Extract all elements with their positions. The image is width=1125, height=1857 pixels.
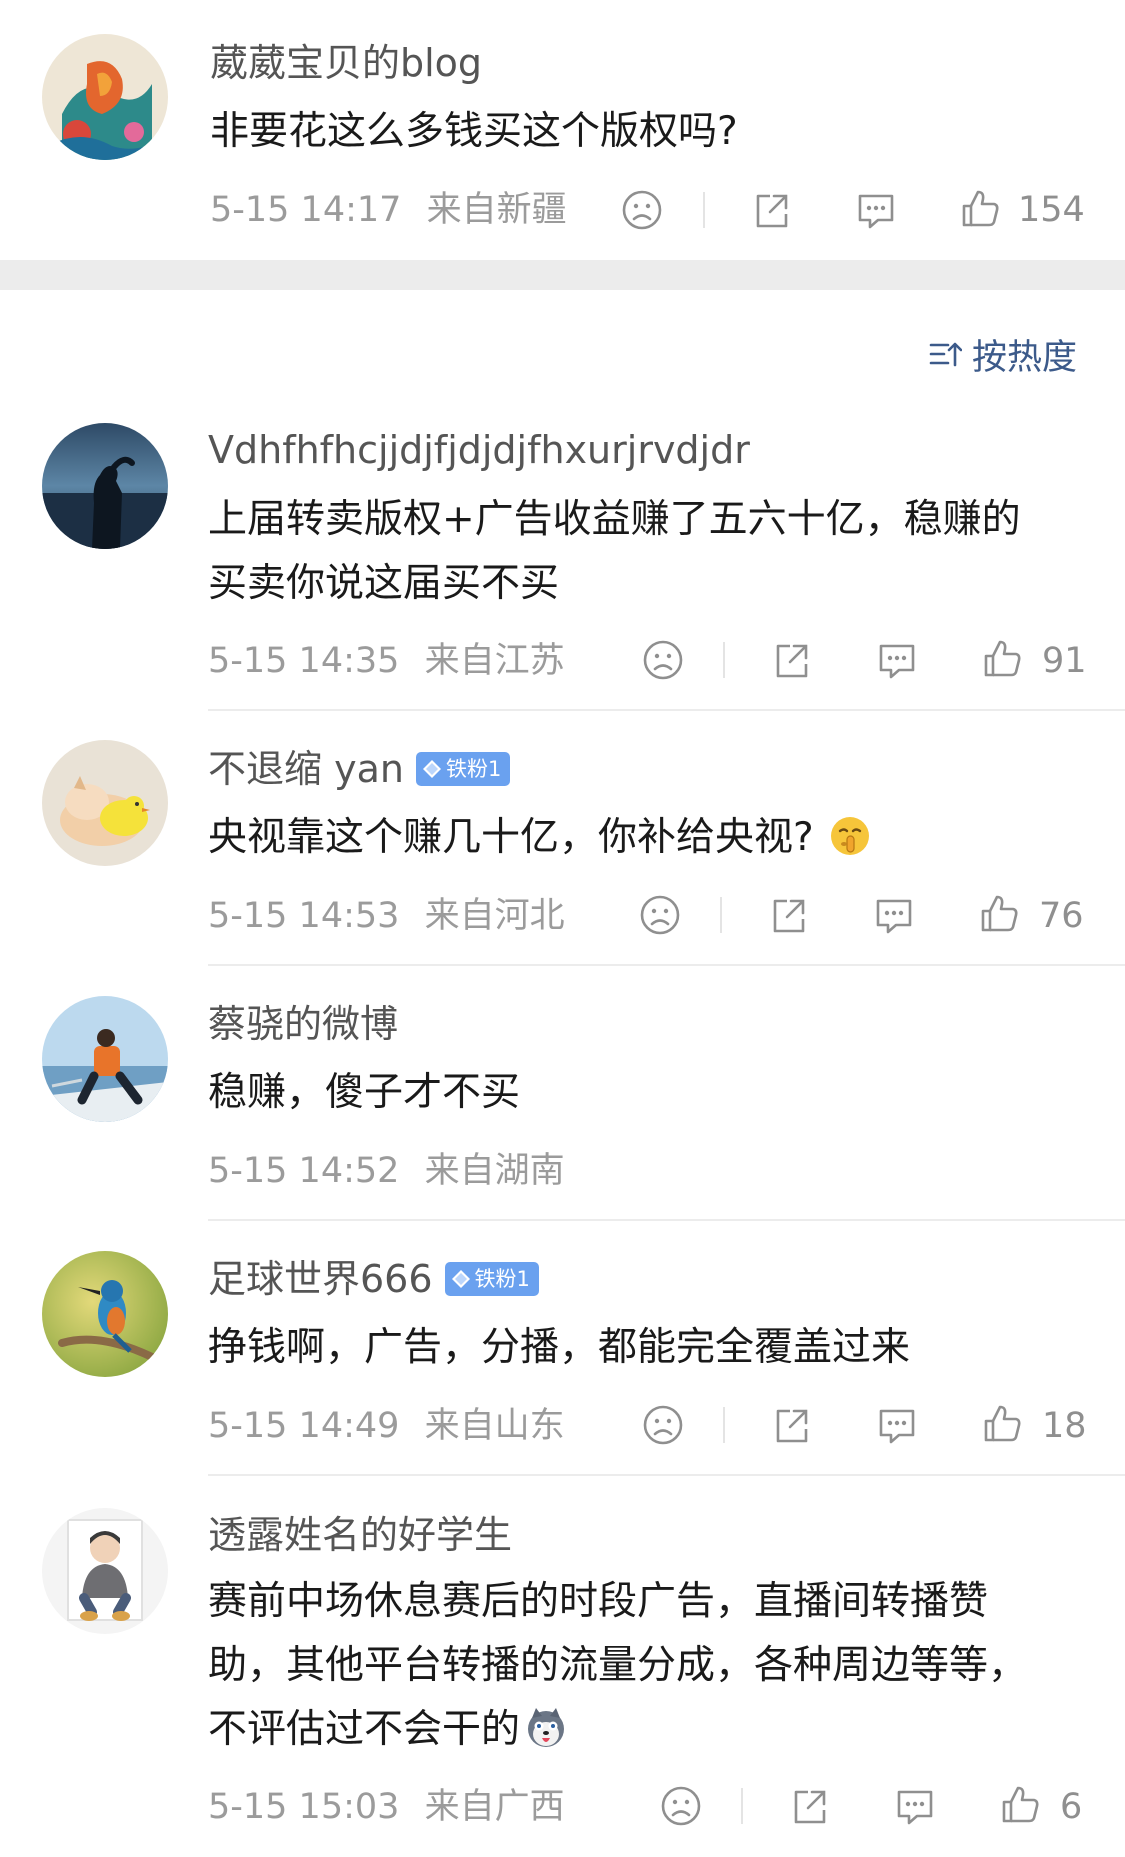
comment-location: 来自湖南	[424, 1151, 565, 1191]
like-count: 91	[1042, 641, 1087, 681]
avatar[interactable]	[42, 740, 168, 866]
shushing-face-icon	[830, 817, 869, 855]
comment-text-line: 赛前中场休息赛后的时段广告，直播间转播赞	[208, 1579, 989, 1624]
comment-icon[interactable]	[854, 188, 898, 232]
diamond-icon	[422, 760, 441, 778]
comment-location: 来自河北	[424, 896, 565, 936]
comment-icon[interactable]	[893, 1784, 937, 1828]
comment-time: 5-15 14:49	[208, 1406, 400, 1446]
comment-text: 挣钱啊，广告，分播，都能完全覆盖过来	[208, 1316, 1088, 1380]
husky-face-icon	[528, 1708, 565, 1747]
author-name[interactable]: 蔡骁的微博	[208, 999, 398, 1049]
divider	[208, 1219, 1125, 1221]
comment-text: 赛前中场休息赛后的时段广告，直播间转播赞 助，其他平台转播的流量分成，各种周边等…	[208, 1570, 1088, 1762]
divider	[703, 192, 705, 228]
comment-location: 来自广西	[424, 1787, 565, 1827]
comment-meta: 5-15 14:35 来自江苏	[208, 638, 565, 684]
fan-badge[interactable]: 铁粉1	[444, 1262, 539, 1296]
comment-text-line: 上届转卖版权+广告收益赚了五六十亿，稳赚的	[208, 497, 1021, 542]
diamond-icon	[451, 1270, 470, 1288]
comment-time: 5-15 14:17	[210, 190, 402, 230]
divider	[208, 709, 1125, 711]
like-count: 154	[1018, 190, 1085, 230]
avatar[interactable]	[42, 34, 168, 160]
comment-location: 来自山东	[424, 1406, 565, 1446]
fan-badge[interactable]: 铁粉1	[415, 752, 511, 786]
sad-face-icon[interactable]	[641, 638, 685, 682]
thumbs-up-icon[interactable]	[958, 186, 1002, 230]
comment-text-line: 买卖你说这届买不买	[208, 561, 560, 606]
divider	[741, 1788, 743, 1824]
comment-text: 央视靠这个赚几十亿，你补给央视?	[208, 806, 1088, 870]
comment-location: 来自新疆	[426, 190, 567, 230]
avatar[interactable]	[42, 1251, 168, 1377]
sad-face-icon[interactable]	[659, 1784, 703, 1828]
comment-text-line: 挣钱啊，广告，分播，都能完全覆盖过来	[208, 1325, 911, 1370]
comment-time: 5-15 15:03	[208, 1787, 400, 1827]
author-name[interactable]: 透露姓名的好学生	[208, 1510, 512, 1560]
comment-text-line: 稳赚，傻子才不买	[208, 1070, 521, 1115]
comment-meta: 5-15 14:53 来自河北	[208, 893, 565, 939]
divider	[208, 1474, 1125, 1476]
comment-text: 非要花这么多钱买这个版权吗?	[210, 109, 738, 154]
section-separator	[0, 260, 1125, 290]
like-count: 6	[1060, 1787, 1083, 1827]
thumbs-up-icon[interactable]	[980, 636, 1024, 680]
fan-badge-label: 铁粉1	[474, 1267, 530, 1291]
author-name-text: 足球世界666	[208, 1257, 433, 1301]
comment-icon[interactable]	[875, 1403, 919, 1447]
sort-toggle[interactable]: 按热度	[928, 330, 1077, 378]
comment-time: 5-15 14:35	[208, 641, 400, 681]
avatar[interactable]	[42, 996, 168, 1122]
like-count: 76	[1039, 896, 1084, 936]
avatar[interactable]	[42, 423, 168, 549]
sad-face-icon[interactable]	[638, 893, 682, 937]
comment-text-line: 不评估过不会干的	[208, 1707, 521, 1752]
divider	[723, 1407, 725, 1443]
comment-time: 5-15 14:53	[208, 896, 400, 936]
divider	[723, 642, 725, 678]
sort-label: 按热度	[972, 337, 1078, 378]
share-icon[interactable]	[770, 1403, 814, 1447]
comment-meta: 5-15 15:03 来自广西	[208, 1784, 565, 1830]
author-name[interactable]: Vdhfhfhcjjdjfjdjdjfhxurjrvdjdr	[208, 425, 750, 475]
comment-text-line: 央视靠这个赚几十亿，你补给央视?	[208, 815, 814, 860]
share-icon[interactable]	[767, 893, 811, 937]
divider	[720, 897, 722, 933]
share-icon[interactable]	[788, 1784, 832, 1828]
share-icon[interactable]	[750, 188, 794, 232]
thumbs-up-icon[interactable]	[980, 1401, 1024, 1445]
comment-text: 上届转卖版权+广告收益赚了五六十亿，稳赚的 买卖你说这届买不买	[208, 488, 1088, 616]
avatar[interactable]	[42, 1508, 168, 1634]
sad-face-icon[interactable]	[620, 188, 664, 232]
author-name[interactable]: 足球世界666 铁粉1	[208, 1254, 539, 1304]
comment-text: 稳赚，傻子才不买	[208, 1061, 1088, 1125]
thumbs-up-icon[interactable]	[977, 891, 1021, 935]
share-icon[interactable]	[770, 638, 814, 682]
comment-time: 5-15 14:52	[208, 1151, 400, 1191]
comment-location: 来自江苏	[424, 641, 565, 681]
author-name[interactable]: 不退缩 yan 铁粉1	[208, 744, 511, 794]
like-count: 18	[1042, 1406, 1087, 1446]
sort-icon	[929, 342, 962, 367]
thumbs-up-icon[interactable]	[998, 1782, 1042, 1826]
sad-face-icon[interactable]	[641, 1403, 685, 1447]
comment-text-line: 助，其他平台转播的流量分成，各种周边等等，	[208, 1643, 1028, 1688]
divider	[208, 964, 1125, 966]
author-name-text: 不退缩 yan	[208, 747, 404, 791]
comment-meta: 5-15 14:52 来自湖南	[208, 1148, 565, 1194]
comment-icon[interactable]	[875, 638, 919, 682]
comment-meta: 5-15 14:17 来自新疆	[210, 187, 567, 233]
comment-meta: 5-15 14:49 来自山东	[208, 1403, 565, 1449]
fan-badge-label: 铁粉1	[445, 757, 502, 781]
author-name[interactable]: 葳葳宝贝的blog	[210, 38, 482, 88]
comment-icon[interactable]	[872, 893, 916, 937]
